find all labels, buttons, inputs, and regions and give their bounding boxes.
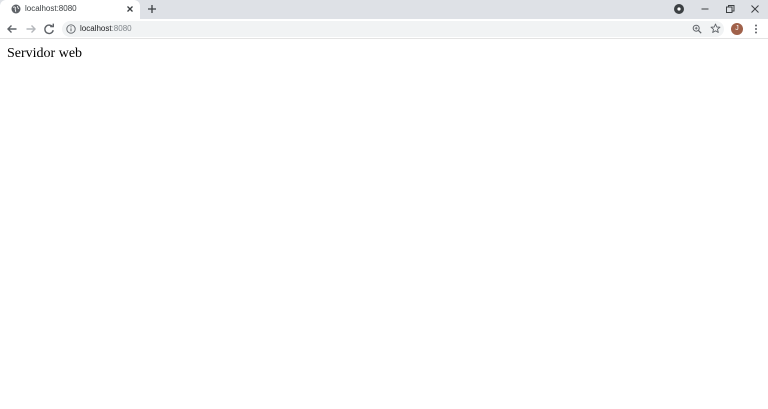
kebab-menu-icon[interactable]	[751, 22, 761, 36]
media-control-icon[interactable]	[672, 2, 686, 16]
info-icon[interactable]	[66, 24, 76, 34]
reload-icon[interactable]	[42, 22, 56, 36]
tab-strip: localhost:8080	[0, 0, 768, 19]
arrow-right-icon[interactable]	[24, 22, 38, 36]
close-icon[interactable]	[748, 2, 762, 16]
globe-icon	[11, 4, 21, 14]
plus-icon[interactable]	[146, 3, 158, 15]
restore-icon[interactable]	[723, 2, 737, 16]
browser-toolbar: localhost:8080 J	[0, 19, 768, 39]
arrow-left-icon[interactable]	[5, 22, 19, 36]
page-content: Servidor web	[0, 40, 768, 409]
url-text[interactable]: localhost:8080	[80, 23, 132, 35]
url-host: localhost	[80, 24, 112, 33]
minimize-icon[interactable]	[698, 2, 712, 16]
tab-title: localhost:8080	[25, 4, 77, 13]
address-bar[interactable]: localhost:8080	[62, 21, 724, 37]
page-body-text: Servidor web	[7, 46, 83, 61]
close-icon[interactable]	[125, 4, 135, 14]
zoom-icon[interactable]	[692, 24, 702, 34]
tab-localhost[interactable]: localhost:8080	[0, 0, 140, 19]
url-port: :8080	[111, 24, 132, 33]
profile-avatar[interactable]: J	[731, 23, 743, 35]
star-icon[interactable]	[710, 23, 721, 34]
